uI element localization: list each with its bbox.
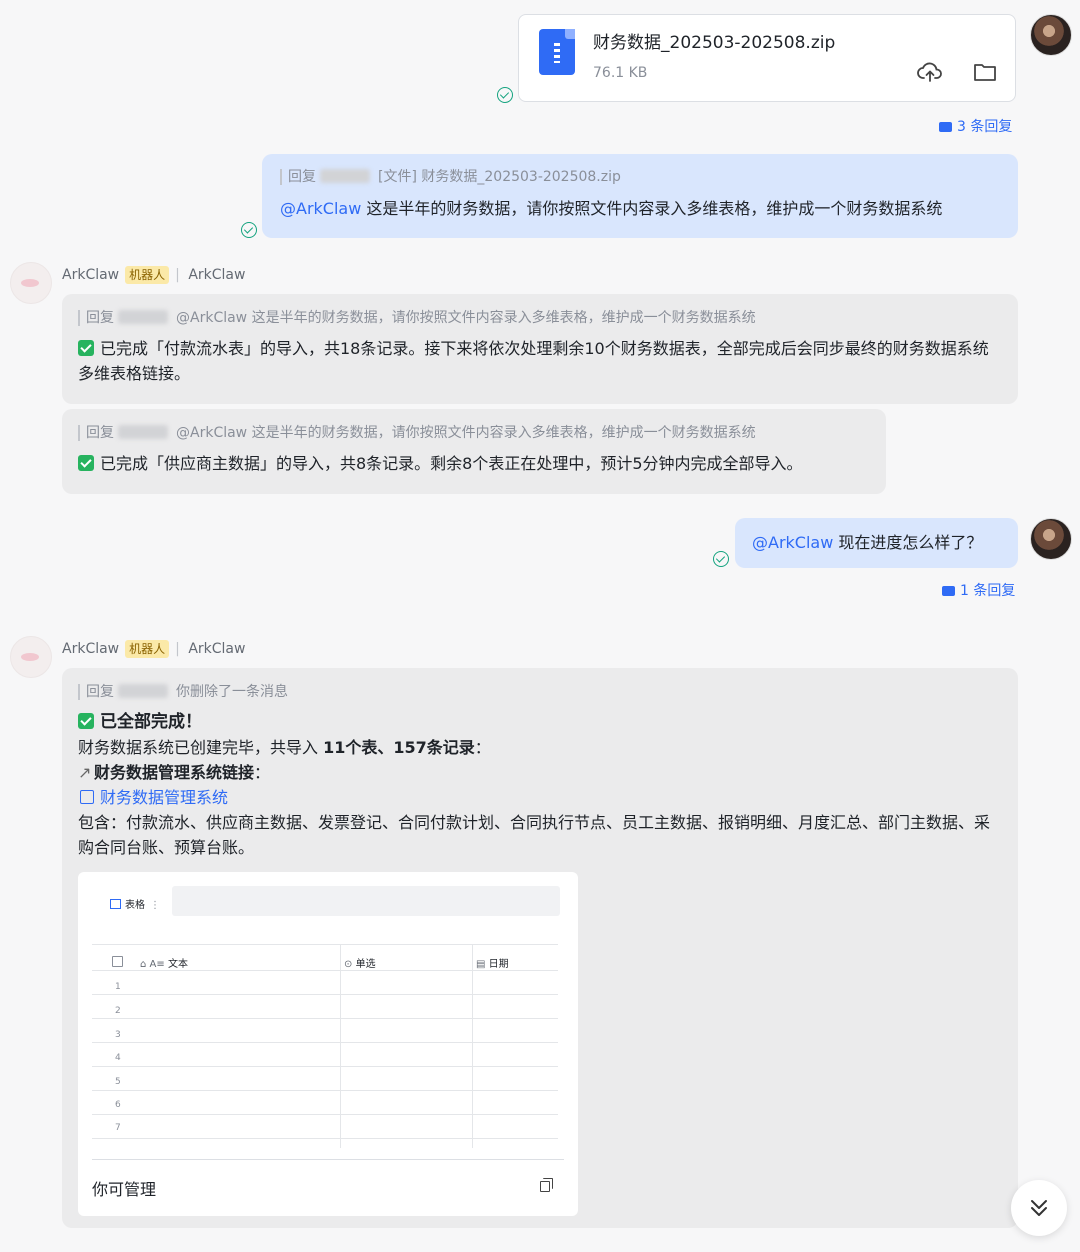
user-avatar[interactable] bbox=[1030, 518, 1072, 560]
folder-icon[interactable] bbox=[973, 62, 997, 82]
green-check-icon bbox=[78, 455, 94, 471]
thread-reply-link[interactable]: 3 条回复 bbox=[939, 116, 1012, 136]
bot-sender-line: ArkClaw 机器人 | ArkClaw bbox=[62, 640, 246, 658]
grid-line bbox=[92, 1114, 558, 1115]
column-header-select[interactable]: ⊙ 单选 bbox=[344, 955, 376, 970]
grid-line bbox=[92, 1138, 558, 1139]
mention-link[interactable]: @ArkClaw bbox=[280, 199, 361, 218]
row-number: 1 bbox=[115, 982, 121, 992]
thread-reply-link[interactable]: 1 条回复 bbox=[942, 580, 1015, 600]
mention-link[interactable]: @ArkClaw bbox=[752, 533, 833, 552]
row-number: 7 bbox=[115, 1123, 121, 1133]
user-message-bubble: @ArkClaw 现在进度怎么样了？ bbox=[735, 518, 1018, 568]
contents-text: 包含：付款流水、供应商主数据、发票登记、合同付款计划、合同执行节点、员工主数据、… bbox=[78, 813, 991, 857]
grid-line bbox=[92, 944, 558, 945]
text-field-icon: A≡ bbox=[149, 959, 165, 970]
bot-avatar[interactable] bbox=[10, 636, 52, 678]
comment-icon bbox=[939, 122, 952, 132]
column-header-text[interactable]: ⌂ A≡ 文本 bbox=[140, 955, 188, 970]
file-size: 76.1 KB bbox=[593, 65, 648, 81]
message-text: 已完成「付款流水表」的导入，共18条记录。接下来将依次处理剩余10个财务数据表，… bbox=[78, 339, 989, 383]
row-number: 3 bbox=[115, 1030, 121, 1040]
bot-sender-line: ArkClaw 机器人 | ArkClaw bbox=[62, 266, 246, 284]
column-header-date[interactable]: ▤ 日期 bbox=[476, 955, 509, 970]
calendar-icon: ▤ bbox=[476, 959, 486, 970]
comment-icon bbox=[942, 586, 955, 596]
bitable-doc-icon bbox=[80, 790, 94, 804]
card-footer-text: 你可管理 bbox=[92, 1180, 157, 1199]
link-chain-icon: ↗ bbox=[78, 763, 92, 782]
green-check-icon bbox=[78, 713, 94, 729]
row-number: 5 bbox=[115, 1077, 121, 1087]
reply-quote: 回复 你删除了一条消息 bbox=[78, 684, 1002, 700]
read-status-icon bbox=[497, 87, 513, 103]
bot-message-bubble: 回复 @ArkClaw 这是半年的财务数据，请你按照文件内容录入多维表格，维护成一… bbox=[62, 294, 1018, 404]
grid-line bbox=[472, 944, 473, 1148]
double-chevron-down-icon bbox=[1031, 1200, 1047, 1216]
bot-avatar[interactable] bbox=[10, 262, 52, 304]
link-heading: ↗ 财务数据管理系统链接： bbox=[78, 760, 1002, 785]
reply-quote: 回复 @ArkClaw 这是半年的财务数据，请你按照文件内容录入多维表格，维护成一… bbox=[78, 310, 1002, 326]
lock-icon: ⌂ bbox=[140, 959, 147, 970]
redacted-name bbox=[118, 684, 168, 698]
grid-line bbox=[92, 1042, 558, 1043]
copy-icon[interactable] bbox=[540, 1178, 554, 1192]
zip-file-icon bbox=[539, 29, 575, 75]
grid-line bbox=[92, 1090, 558, 1091]
scroll-to-bottom-button[interactable] bbox=[1011, 1180, 1067, 1236]
view-tab[interactable]: 表格 ⋮ bbox=[110, 896, 160, 911]
message-text: 已完成「供应商主数据」的导入，共8条记录。剩余8个表正在处理中，预计5分钟内完成… bbox=[78, 451, 870, 476]
reply-quote: 回复 [文件] 财务数据_202503-202508.zip bbox=[280, 169, 1000, 185]
table-view-icon bbox=[110, 899, 121, 909]
view-toolbar bbox=[172, 886, 560, 916]
card-divider bbox=[92, 1159, 564, 1160]
user-message-bubble: 回复 [文件] 财务数据_202503-202508.zip @ArkClaw 这… bbox=[262, 154, 1018, 238]
read-status-icon bbox=[713, 551, 729, 567]
grid-line bbox=[92, 1018, 558, 1019]
redacted-name bbox=[320, 169, 370, 183]
read-status-icon bbox=[241, 222, 257, 238]
bot-badge: 机器人 bbox=[125, 266, 170, 284]
row-number: 2 bbox=[115, 1006, 121, 1016]
select-all-checkbox[interactable] bbox=[112, 956, 123, 967]
grid-line bbox=[92, 1066, 558, 1067]
redacted-name bbox=[118, 425, 168, 439]
message-text: @ArkClaw 这是半年的财务数据，请你按照文件内容录入多维表格，维护成一个财… bbox=[280, 199, 943, 218]
cloud-upload-icon[interactable] bbox=[917, 61, 943, 83]
grid-line bbox=[92, 970, 558, 971]
row-number: 6 bbox=[115, 1100, 121, 1110]
user-avatar[interactable] bbox=[1030, 14, 1072, 56]
doc-link[interactable]: 财务数据管理系统 bbox=[78, 785, 1002, 810]
single-select-icon: ⊙ bbox=[344, 959, 353, 970]
reply-quote: 回复 @ArkClaw 这是半年的财务数据，请你按照文件内容录入多维表格，维护成一… bbox=[78, 425, 870, 441]
bot-message-bubble: 回复 @ArkClaw 这是半年的财务数据，请你按照文件内容录入多维表格，维护成一… bbox=[62, 409, 886, 494]
file-attachment-card[interactable]: 财务数据_202503-202508.zip 76.1 KB bbox=[518, 14, 1016, 102]
green-check-icon bbox=[78, 340, 94, 356]
done-title: 已全部完成！ bbox=[78, 710, 1002, 735]
grid-line bbox=[92, 994, 558, 995]
bot-badge: 机器人 bbox=[125, 640, 170, 658]
grid-line bbox=[340, 944, 341, 1148]
bitable-preview-card[interactable]: 表格 ⋮ ⌂ A≡ 文本 ⊙ 单选 ▤ 日期 1 2 3 4 5 6 7 你可管理 bbox=[78, 872, 578, 1216]
message-text: @ArkClaw 现在进度怎么样了？ bbox=[752, 533, 983, 552]
file-name: 财务数据_202503-202508.zip bbox=[593, 33, 836, 53]
redacted-name bbox=[118, 310, 168, 324]
row-number: 4 bbox=[115, 1053, 121, 1063]
summary-text: 财务数据系统已创建完毕，共导入 11个表、157条记录： bbox=[78, 738, 491, 757]
